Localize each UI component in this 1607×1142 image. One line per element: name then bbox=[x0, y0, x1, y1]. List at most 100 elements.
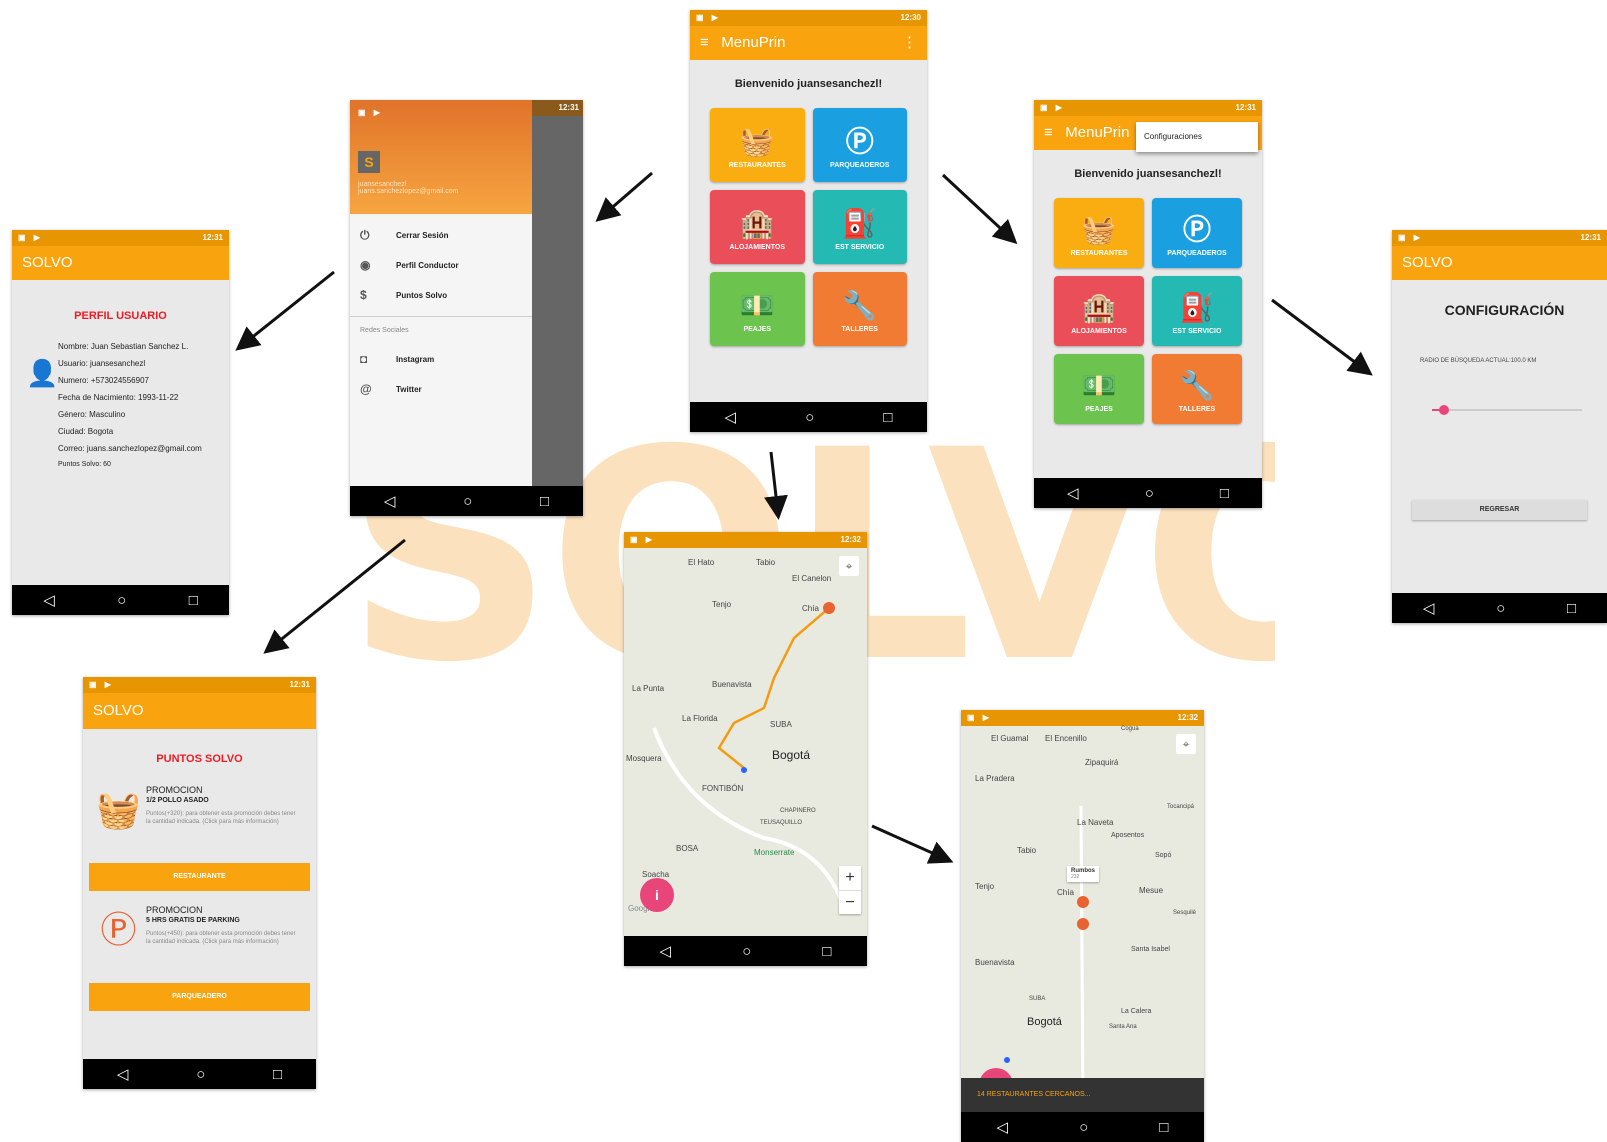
restaurantes-tile[interactable]: 🧺 RESTAURANTES bbox=[1054, 198, 1144, 268]
info-fab[interactable]: i bbox=[640, 878, 674, 912]
alojamientos-tile[interactable]: 🏨 ALOJAMIENTOS bbox=[710, 190, 805, 264]
back-button[interactable]: ◁ bbox=[1067, 484, 1079, 502]
recent-button[interactable]: □ bbox=[1159, 1119, 1168, 1136]
nav-bar: ◁ ○ □ bbox=[690, 402, 927, 432]
twitter-item[interactable]: @ Twitter bbox=[350, 374, 532, 404]
talleres-tile[interactable]: 🔧 TALLERES bbox=[1152, 354, 1242, 424]
map-view[interactable]: Rumbos 232 El Guamal El Encenillo Cogua … bbox=[961, 726, 1204, 1112]
menu-hamburger-icon[interactable]: ≡ bbox=[700, 34, 709, 51]
place-label: Mesue bbox=[1139, 886, 1164, 895]
app-title: MenuPrin bbox=[1065, 124, 1130, 141]
drawer-header: ▣ ▶ S juansesanchezl juans.sanchezlopez@… bbox=[350, 100, 532, 214]
home-button[interactable]: ○ bbox=[1145, 485, 1154, 502]
back-button[interactable]: ◁ bbox=[997, 1118, 1009, 1136]
food-basket-icon: 🧺 bbox=[739, 125, 775, 157]
app-bar: ≡ MenuPrin ⋮ bbox=[690, 26, 927, 60]
back-button[interactable]: ◁ bbox=[725, 408, 737, 426]
toll-money-icon: 💵 bbox=[1081, 369, 1117, 401]
map-view[interactable]: El Hato Tabio El Canelon Tenjo Chía La P… bbox=[624, 548, 867, 936]
peajes-tile[interactable]: 💵 PEAJES bbox=[1054, 354, 1144, 424]
place-label: El Canelon bbox=[792, 574, 832, 583]
tools-icon: 🔧 bbox=[842, 289, 878, 321]
profile-user: Usuario: juansesanchezl bbox=[58, 359, 146, 368]
place-label: Sopó bbox=[1155, 852, 1172, 859]
nav-bar: ◁ ○ □ bbox=[1392, 593, 1607, 623]
peajes-tile[interactable]: 💵 PEAJES bbox=[710, 272, 805, 346]
recent-button[interactable]: □ bbox=[822, 943, 831, 960]
menu-hamburger-icon[interactable]: ≡ bbox=[1044, 124, 1053, 141]
camera-icon: ◘ bbox=[360, 352, 368, 366]
restaurantes-tile[interactable]: 🧺 RESTAURANTES bbox=[710, 108, 805, 182]
app-bar: SOLVO bbox=[83, 693, 316, 729]
toll-money-icon: 💵 bbox=[739, 289, 775, 321]
promo-restaurant[interactable]: 🧺 PROMOCION 1/2 POLLO ASADO Puntos(+320): … bbox=[91, 785, 316, 835]
recent-button[interactable]: □ bbox=[189, 592, 198, 609]
configuraciones-popup[interactable]: Configuraciones bbox=[1136, 122, 1258, 152]
home-button[interactable]: ○ bbox=[117, 592, 126, 609]
place-label: La Pradera bbox=[975, 774, 1015, 783]
puntos-solvo-item[interactable]: $ Puntos Solvo bbox=[350, 280, 532, 310]
tools-icon: 🔧 bbox=[1179, 369, 1215, 401]
regresar-button[interactable]: REGRESAR bbox=[1412, 500, 1587, 520]
recent-button[interactable]: □ bbox=[1567, 600, 1576, 617]
parqueadero-button[interactable]: PARQUEADERO bbox=[89, 983, 310, 1011]
back-button[interactable]: ◁ bbox=[43, 591, 55, 609]
restaurante-button[interactable]: RESTAURANTE bbox=[89, 863, 310, 891]
perfil-conductor-item[interactable]: ◉ Perfil Conductor bbox=[350, 250, 532, 280]
recent-button[interactable]: □ bbox=[273, 1066, 282, 1083]
parqueaderos-tile[interactable]: Ⓟ PARQUEADEROS bbox=[812, 108, 907, 182]
parqueaderos-tile[interactable]: Ⓟ PARQUEADEROS bbox=[1152, 198, 1242, 268]
place-label: FONTIBÓN bbox=[702, 784, 744, 793]
place-label: Santa Isabel bbox=[1131, 946, 1170, 953]
my-location-icon[interactable]: ⌖ bbox=[1176, 734, 1196, 754]
map-results-screen: ▣ ▶ 12:32 Rumbos 232 El Guamal El Encenil… bbox=[961, 710, 1204, 1142]
drawer-username: juansesanchezl bbox=[358, 181, 407, 188]
gas-station-icon: ⛽ bbox=[1179, 291, 1215, 323]
place-label: Chía bbox=[802, 604, 819, 613]
est-servicio-tile[interactable]: ⛽ EST SERVICIO bbox=[1152, 276, 1242, 346]
place-label: Aposentos bbox=[1111, 832, 1145, 839]
place-label: CHAPINERO bbox=[780, 808, 816, 814]
arrow-menu-to-config bbox=[941, 173, 1018, 245]
home-button[interactable]: ○ bbox=[742, 943, 751, 960]
home-button[interactable]: ○ bbox=[463, 493, 472, 510]
home-button[interactable]: ○ bbox=[1079, 1119, 1088, 1136]
settings-screen: ▣ ▶ 12:31 SOLVO CONFIGURACIÓN RADIO DE BÚ… bbox=[1392, 230, 1607, 623]
home-button[interactable]: ○ bbox=[1496, 600, 1505, 617]
slider-thumb[interactable] bbox=[1439, 405, 1449, 415]
home-button[interactable]: ○ bbox=[196, 1066, 205, 1083]
overflow-menu-icon[interactable]: ⋮ bbox=[902, 26, 917, 60]
back-button[interactable]: ◁ bbox=[384, 492, 396, 510]
back-button[interactable]: ◁ bbox=[1423, 599, 1435, 617]
instagram-item[interactable]: ◘ Instagram bbox=[350, 344, 532, 374]
place-label: Mosquera bbox=[626, 754, 662, 763]
app-title: MenuPrin bbox=[721, 34, 786, 51]
place-label: Chía bbox=[1057, 888, 1074, 897]
pin-info-window[interactable]: Rumbos 232 bbox=[1067, 866, 1099, 882]
hotel-icon: 🏨 bbox=[739, 207, 775, 239]
recent-button[interactable]: □ bbox=[540, 493, 549, 510]
back-button[interactable]: ◁ bbox=[660, 942, 672, 960]
alojamientos-tile[interactable]: 🏨 ALOJAMIENTOS bbox=[1054, 276, 1144, 346]
my-location-icon[interactable]: ⌖ bbox=[839, 556, 859, 576]
radius-slider[interactable] bbox=[1432, 404, 1582, 416]
place-label: Bogotá bbox=[1027, 1016, 1062, 1028]
back-button[interactable]: ◁ bbox=[117, 1065, 129, 1083]
arrow-menu-to-map bbox=[764, 451, 788, 520]
radius-label: RADIO DE BÚSQUEDA ACTUAL:100.0 KM bbox=[1420, 358, 1537, 364]
home-button[interactable]: ○ bbox=[805, 409, 814, 426]
drawer-screen: ▣ ▶ S juansesanchezl juans.sanchezlopez@… bbox=[350, 100, 583, 516]
cerrar-sesion-item[interactable]: ⏻ Cerrar Sesión bbox=[350, 220, 532, 250]
place-label: El Guamal bbox=[991, 734, 1029, 743]
est-servicio-tile[interactable]: ⛽ EST SERVICIO bbox=[812, 190, 907, 264]
recent-button[interactable]: □ bbox=[883, 409, 892, 426]
status-bar: ▣ ▶ 12:31 bbox=[1392, 230, 1607, 246]
recent-button[interactable]: □ bbox=[1220, 485, 1229, 502]
promo-parking[interactable]: Ⓟ PROMOCION 5 HRS GRATIS DE PARKING Puntos… bbox=[91, 905, 316, 955]
talleres-tile[interactable]: 🔧 TALLERES bbox=[812, 272, 907, 346]
profile-city: Ciudad: Bogota bbox=[58, 427, 114, 436]
profile-gender: Género: Masculino bbox=[58, 410, 126, 419]
zoom-out-button[interactable]: − bbox=[839, 890, 861, 914]
zoom-in-button[interactable]: + bbox=[839, 866, 861, 890]
arrow-config-to-settings bbox=[1271, 298, 1373, 376]
